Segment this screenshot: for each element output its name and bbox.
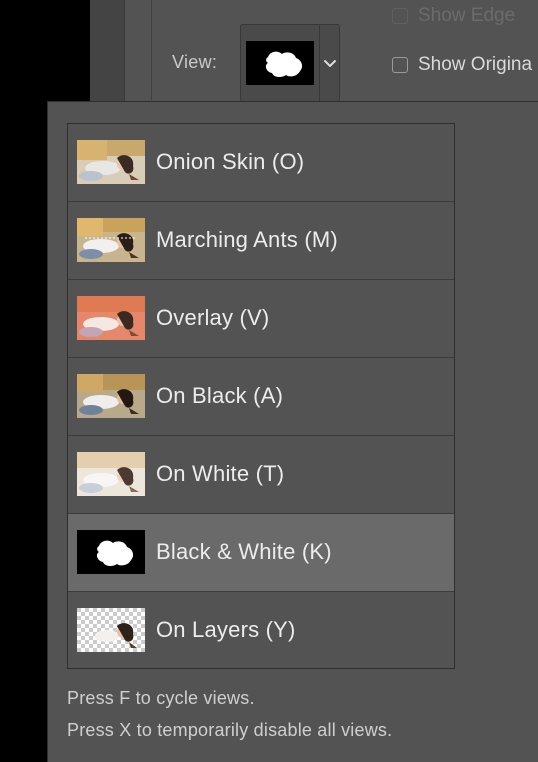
show-original-option[interactable]: Show Origina — [392, 54, 532, 76]
on-white-thumbnail — [77, 452, 145, 496]
on-layers-thumbnail — [77, 608, 145, 652]
on-black-thumbnail — [77, 374, 145, 418]
overlay-thumbnail — [77, 296, 145, 340]
view-option-label: On Layers (Y) — [156, 617, 296, 642]
select-and-mask-properties: View: Show Edge Show Origina Onion Skin … — [0, 0, 538, 762]
black-white-mask-thumbnail — [246, 41, 314, 85]
view-option-onion-skin[interactable]: Onion Skin (O) — [68, 124, 454, 202]
view-option-label: Overlay (V) — [156, 305, 270, 330]
view-mode-list: Onion Skin (O) Marching Ants (M) Overlay… — [67, 123, 455, 669]
view-option-label: Onion Skin (O) — [156, 149, 305, 174]
hint-cycle-views: Press F to cycle views. — [67, 688, 255, 708]
view-mode-popup: Onion Skin (O) Marching Ants (M) Overlay… — [47, 101, 538, 762]
view-option-on-layers[interactable]: On Layers (Y) — [68, 592, 454, 670]
view-label: View: — [172, 52, 218, 72]
view-option-black-and-white[interactable]: Black & White (K) — [68, 514, 454, 592]
panel-divider — [151, 0, 152, 100]
view-option-on-white[interactable]: On White (T) — [68, 436, 454, 514]
marching-ants-thumbnail — [77, 218, 145, 262]
show-edge-option[interactable]: Show Edge — [392, 5, 515, 27]
onion-skin-thumbnail — [77, 140, 145, 184]
show-edge-label: Show Edge — [418, 5, 516, 26]
view-mode-dropdown[interactable] — [240, 24, 340, 102]
dropdown-toggle[interactable] — [319, 25, 341, 101]
view-option-marching-ants[interactable]: Marching Ants (M) — [68, 202, 454, 280]
view-option-label: Black & White (K) — [156, 539, 332, 564]
view-option-overlay[interactable]: Overlay (V) — [68, 280, 454, 358]
chevron-down-icon — [324, 60, 336, 67]
black-white-mask-thumbnail — [77, 530, 145, 574]
view-option-label: On Black (A) — [156, 383, 284, 408]
view-option-label: Marching Ants (M) — [156, 227, 338, 252]
show-original-checkbox[interactable] — [392, 57, 408, 73]
view-option-label: On White (T) — [156, 461, 285, 486]
show-original-label: Show Origina — [418, 54, 533, 75]
view-option-on-black[interactable]: On Black (A) — [68, 358, 454, 436]
show-edge-checkbox[interactable] — [392, 8, 408, 24]
hint-disable-views: Press X to temporarily disable all views… — [67, 720, 393, 740]
